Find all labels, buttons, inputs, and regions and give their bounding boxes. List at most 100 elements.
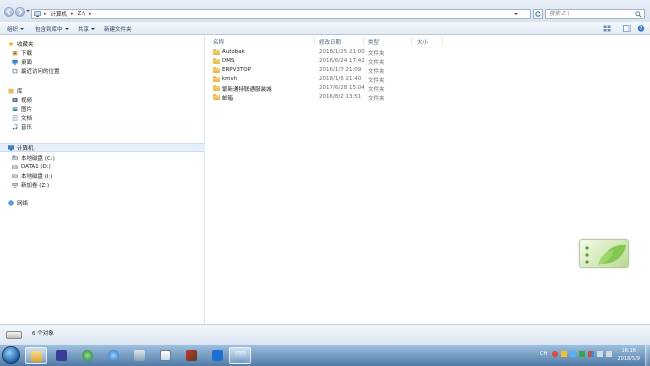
help-icon[interactable]: ? [637,25,645,32]
tray-app-icon[interactable] [552,351,558,357]
column-divider[interactable] [314,37,315,45]
start-button[interactable] [2,346,20,364]
taskbar-app-hex[interactable] [51,347,73,364]
nav-downloads[interactable]: 下载 [12,49,32,57]
nav-computer[interactable]: 计算机 [8,144,34,152]
file-date: 2017/6/28 15:04 [319,85,365,91]
share-button[interactable]: 共享 [78,25,96,33]
nav-videos[interactable]: 视频 [12,96,32,104]
breadcrumb-z-drive[interactable]: Z:\ [78,11,85,17]
taskbar-app-game[interactable] [181,347,203,364]
nav-recent-places[interactable]: 最近访问的位置 [12,67,60,75]
include-in-library-button[interactable]: 包含到库中 [35,25,69,33]
recent-pages-dropdown[interactable] [26,10,30,12]
column-header-size[interactable]: 大小 [417,38,428,46]
clock[interactable]: 16:16 2018/5/9 [618,347,640,363]
search-icon [635,11,642,18]
download-folder-icon [12,51,18,56]
column-divider[interactable] [363,37,364,45]
nav-documents-label: 文档 [21,116,33,122]
view-options-icon[interactable] [603,25,611,32]
column-header-type[interactable]: 类型 [368,38,379,46]
preview-pane-icon[interactable] [623,25,631,32]
folder-icon [213,67,220,73]
taskbar-app-office[interactable] [155,347,177,364]
nav-network-label: 网络 [17,201,29,207]
new-folder-button[interactable]: 新建文件夹 [104,25,132,33]
browser-icon [82,350,93,361]
remote-desktop-icon [212,350,223,361]
library-icon [8,88,14,94]
file-name: 邮箱 [222,96,234,102]
folder-icon [213,94,220,100]
forward-button[interactable] [15,7,25,17]
nav-drive-d[interactable]: DATA1 (D:) [12,163,51,171]
organize-button[interactable]: 组织 [7,25,25,33]
nav-documents[interactable]: 文档 [12,114,32,122]
nav-desktop[interactable]: 桌面 [12,58,32,66]
nav-pictures-label: 图片 [21,107,33,113]
address-row: ▸ 计算机 ▸ Z:\ ▸ 搜索 Z:\ [0,0,650,22]
hard-drive-icon [12,155,18,160]
column-divider[interactable] [411,37,412,45]
breadcrumb-computer[interactable]: 计算机 [51,10,68,18]
file-row[interactable]: 邮箱 2016/8/2 13:51 文件夹 [213,94,633,102]
refresh-icon [535,11,541,17]
game-icon [186,350,197,361]
taskbar-app-chat[interactable] [103,347,125,364]
back-button[interactable] [4,7,14,17]
file-row[interactable]: ERPV3TOP 2016/1/7 21:09 文件夹 [213,67,633,75]
file-row[interactable]: 繁新通特联通服装城 2017/6/28 15:04 文件夹 [213,85,633,93]
arrow-left-icon [6,9,11,15]
network-icon[interactable] [597,351,603,357]
spreadsheet-icon [160,350,171,361]
column-header-name[interactable]: 名称 [213,38,224,46]
nav-libraries[interactable]: 库 [8,87,23,95]
taskbar-explorer[interactable] [25,347,47,364]
taskbar-app-lock[interactable] [129,347,151,364]
computer-icon [34,11,41,17]
column-header-date[interactable]: 修改日期 [319,38,341,46]
nav-drive-d-label: DATA1 (D:) [21,164,51,170]
nav-network[interactable]: 网络 [8,199,28,207]
nav-drive-c-label: 本地磁盘 (C:) [21,156,55,162]
address-history-dropdown[interactable] [514,13,518,15]
windows-flag-icon[interactable] [588,351,594,357]
column-divider[interactable] [442,37,443,45]
address-bar[interactable]: ▸ 计算机 ▸ Z:\ ▸ [31,9,531,19]
volume-icon[interactable] [606,351,612,357]
navigation-pane: 收藏夹 下载 桌面 最近访问的位置 库 视频 图片 文档 音乐 计算机 本地磁盘… [0,36,205,324]
tray-app-icon[interactable] [570,351,576,357]
folder-icon [213,49,220,55]
window-icon [235,351,246,362]
file-row[interactable]: Autobak 2018/1/25 21:00 文件夹 [213,49,633,57]
chevron-down-icon [20,28,25,30]
refresh-button[interactable] [533,9,543,19]
tray-app-icon[interactable] [579,351,585,357]
nav-drive-c[interactable]: 本地磁盘 (C:) [12,154,55,162]
music-icon [12,124,18,130]
chat-icon [108,350,119,361]
nav-favorites[interactable]: 收藏夹 [8,40,34,48]
show-desktop-button[interactable] [645,345,650,366]
nav-drive-i[interactable]: 本地磁盘 (I:) [12,172,53,180]
file-row[interactable]: DMS 2016/6/24 17:42 文件夹 [213,58,633,66]
chevron-down-icon [64,28,69,30]
taskbar-app-browser[interactable] [77,347,99,364]
taskbar-app-active[interactable] [229,347,251,364]
tray-app-icon[interactable] [561,351,567,357]
nav-pictures[interactable]: 图片 [12,105,32,113]
taskbar-app-remote[interactable] [207,347,229,364]
include-in-library-label: 包含到库中 [35,27,63,33]
nav-music[interactable]: 音乐 [12,123,32,131]
nav-drive-z[interactable]: 新加卷 (Z:) [12,181,49,189]
svg-text:?: ? [640,26,643,32]
drive-icon [6,331,22,339]
document-icon [12,115,18,121]
floating-widget[interactable] [579,239,629,268]
clock-time: 16:16 [621,348,636,354]
file-row[interactable]: kmvh 2018/1/6 21:40 文件夹 [213,76,633,84]
folder-icon [213,58,220,64]
language-indicator[interactable]: CH [540,351,549,357]
search-input[interactable]: 搜索 Z:\ [545,9,645,19]
